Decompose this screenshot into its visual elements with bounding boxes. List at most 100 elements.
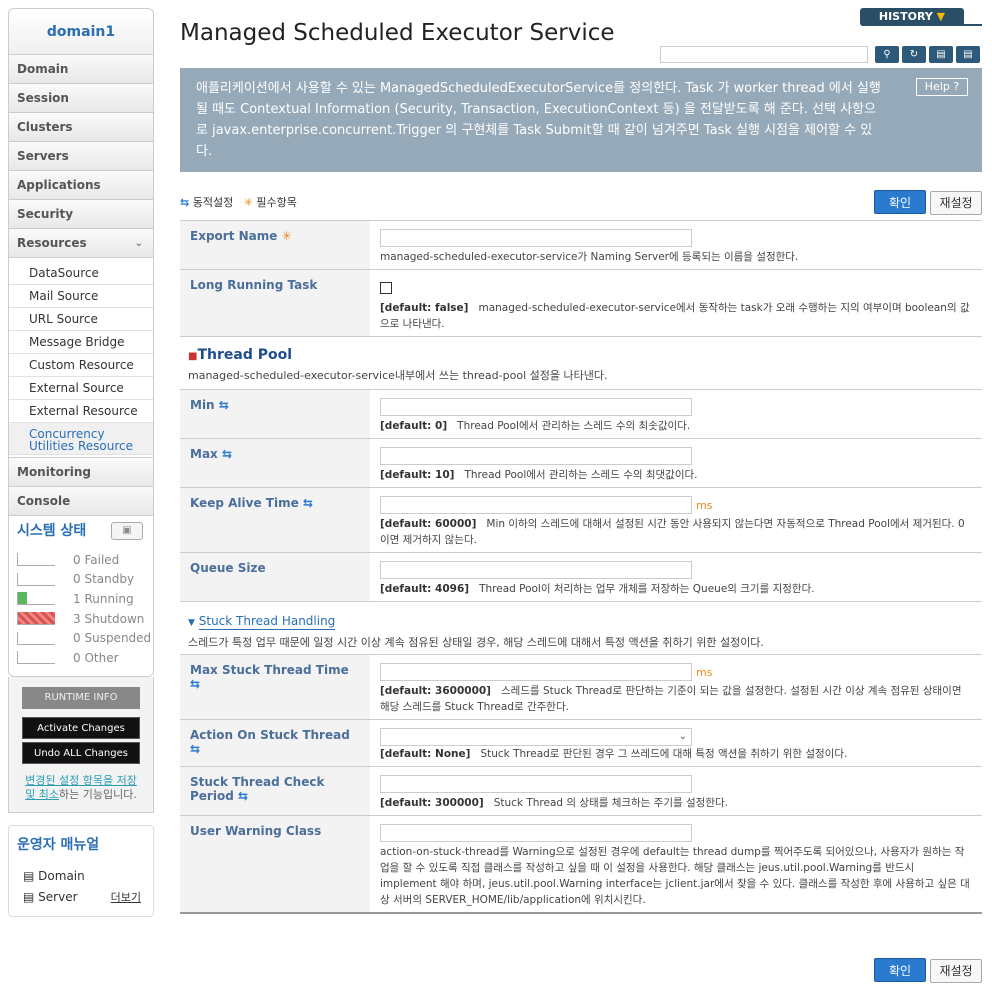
dynamic-setting-icon: ⇆	[302, 496, 313, 510]
runtime-actions: RUNTIME INFO Activate Changes Undo ALL C…	[8, 676, 154, 813]
description-panel: 애플리케이션에서 사용할 수 있는 ManagedScheduledExecut…	[180, 68, 982, 172]
default-value: [default: 10]	[380, 469, 455, 481]
status-count: 1	[73, 591, 81, 606]
refresh-icon[interactable]: ↻	[902, 46, 926, 63]
chevron-down-icon: ⌄	[678, 731, 687, 742]
help-text: Thread Pool에서 관리하는 스레드 수의 최솟값이다.	[457, 420, 691, 432]
xml-export-icon[interactable]: ▤	[929, 46, 953, 63]
nav-resources[interactable]: Resources ⌄	[9, 229, 153, 258]
status-label: Failed	[84, 552, 120, 567]
nav-clusters[interactable]: Clusters	[9, 113, 153, 142]
nav-console[interactable]: Console	[9, 487, 153, 516]
queue-size-input[interactable]	[380, 561, 692, 579]
help-text: Thread Pool이 처리하는 업무 개체를 저장하는 Queue의 크기를…	[479, 583, 815, 595]
action-stuck-select[interactable]: ⌄	[380, 728, 692, 746]
sub-datasource[interactable]: DataSource	[9, 262, 153, 285]
help-text: managed-scheduled-executor-service가 Nami…	[380, 251, 799, 263]
stuck-thread-toggle[interactable]: ▼ Stuck Thread Handling	[188, 614, 974, 630]
help-button[interactable]: Help ?	[916, 78, 968, 96]
value-min: [default: 0] Thread Pool에서 관리하는 스레드 수의 최…	[370, 390, 982, 438]
user-warning-input[interactable]	[380, 824, 692, 842]
ok-button[interactable]: 확인	[874, 958, 926, 982]
nav-domain[interactable]: Domain	[9, 55, 153, 84]
label-text: Keep Alive Time	[190, 496, 299, 510]
sub-custom-resource[interactable]: Custom Resource	[9, 354, 153, 377]
value-queue-size: [default: 4096] Thread Pool이 처리하는 업무 개체를…	[370, 553, 982, 601]
xml-view-icon[interactable]: ▤	[956, 46, 980, 63]
book-icon: ▤	[23, 889, 35, 904]
settings-form: Export Name ✳ managed-scheduled-executor…	[180, 220, 982, 914]
sub-external-source[interactable]: External Source	[9, 377, 153, 400]
dynamic-setting-icon: ⇆	[238, 789, 249, 803]
row-queue-size: Queue Size [default: 4096] Thread Pool이 …	[180, 553, 982, 602]
nav-resources-label: Resources	[17, 236, 87, 250]
required-icon: ✳	[281, 229, 292, 243]
min-input[interactable]	[380, 398, 692, 416]
value-check-period: [default: 300000] Stuck Thread 의 상태를 체크하…	[370, 767, 982, 815]
reset-button[interactable]: 재설정	[930, 191, 982, 215]
undo-all-changes-button[interactable]: Undo ALL Changes	[22, 741, 140, 764]
nav-applications[interactable]: Applications	[9, 171, 153, 200]
row-keep-alive: Keep Alive Time ⇆ ms [default: 60000] Min…	[180, 488, 982, 553]
max-stuck-input[interactable]	[380, 663, 692, 681]
manual-title: 운영자 매뉴얼	[17, 836, 100, 853]
reset-button[interactable]: 재설정	[930, 959, 982, 983]
keep-alive-input[interactable]	[380, 496, 692, 514]
monitor-icon[interactable]: ▣	[111, 522, 143, 540]
top-buttons: 확인 재설정	[874, 190, 982, 215]
nav-security[interactable]: Security	[9, 200, 153, 229]
more-link[interactable]: 더보기	[111, 887, 141, 908]
help-text: managed-scheduled-executor-service에서 동작하…	[380, 302, 970, 330]
status-shutdown: 3 Shutdown	[17, 609, 153, 629]
manual-domain[interactable]: ▤ Domain	[17, 866, 145, 887]
status-title: 시스템 상태	[17, 523, 87, 539]
label-export-name: Export Name ✳	[180, 221, 370, 269]
manual-server[interactable]: ▤ Server 더보기	[17, 887, 145, 908]
keep-alive-field: ms	[380, 496, 972, 516]
default-value: [default: 300000]	[380, 797, 484, 809]
collapse-arrow-icon: ▼	[188, 618, 195, 628]
help-text: action-on-stuck-thread를 Warning으로 설정된 경우…	[380, 846, 970, 906]
sub-message-bridge[interactable]: Message Bridge	[9, 331, 153, 354]
ok-button[interactable]: 확인	[874, 190, 926, 214]
status-label: Standby	[84, 572, 135, 587]
row-user-warning: User Warning Class action-on-stuck-threa…	[180, 816, 982, 914]
status-bar	[17, 553, 55, 567]
nav-session[interactable]: Session	[9, 84, 153, 113]
label-text: Export Name	[190, 229, 278, 243]
bottom-buttons: 확인 재설정	[874, 958, 982, 983]
label-action-stuck: Action On Stuck Thread ⇆	[180, 720, 370, 766]
status-bar	[17, 572, 55, 586]
sub-mail-source[interactable]: Mail Source	[9, 285, 153, 308]
activate-changes-button[interactable]: Activate Changes	[22, 716, 140, 739]
check-period-input[interactable]	[380, 775, 692, 793]
help-text: Stuck Thread로 판단된 경우 그 쓰레드에 대해 특정 액션을 취하…	[480, 748, 848, 760]
domain-title[interactable]: domain1	[9, 9, 153, 55]
status-other: 0 Other	[17, 648, 153, 668]
changes-note: 변경된 설정 항목을 저장 및 최소하는 기능입니다.	[9, 774, 153, 802]
status-suspended: 0 Suspended	[17, 628, 153, 648]
row-max-stuck: Max Stuck Thread Time ⇆ ms [default: 3600…	[180, 655, 982, 720]
chevron-down-icon: ▼	[936, 10, 946, 23]
legend-required: 필수항목	[256, 196, 297, 209]
label-user-warning: User Warning Class	[180, 816, 370, 912]
search-input[interactable]	[660, 46, 868, 63]
nav-servers[interactable]: Servers	[9, 142, 153, 171]
sub-external-resource[interactable]: External Resource	[9, 400, 153, 423]
export-name-input[interactable]	[380, 229, 692, 247]
status-header: 시스템 상태 ▣	[9, 516, 153, 546]
status-label: Running	[84, 591, 134, 606]
max-input[interactable]	[380, 447, 692, 465]
sub-url-source[interactable]: URL Source	[9, 308, 153, 331]
label-text: Min	[190, 398, 215, 412]
manual-box: 운영자 매뉴얼 ▤ Domain ▤ Server 더보기	[8, 824, 154, 917]
runtime-info-button[interactable]: RUNTIME INFO	[22, 686, 140, 709]
sub-concurrency-utilities[interactable]: Concurrency Utilities Resource	[9, 423, 153, 455]
long-running-checkbox[interactable]	[380, 282, 392, 294]
nav-monitoring[interactable]: Monitoring	[9, 458, 153, 487]
search-icon[interactable]: ⚲	[875, 46, 899, 63]
label-queue-size: Queue Size	[180, 553, 370, 601]
dynamic-setting-icon: ⇆	[221, 447, 233, 461]
help-text: Thread Pool에서 관리하는 스레드 수의 최댓값이다.	[464, 469, 698, 481]
default-value: [default: None]	[380, 748, 471, 760]
